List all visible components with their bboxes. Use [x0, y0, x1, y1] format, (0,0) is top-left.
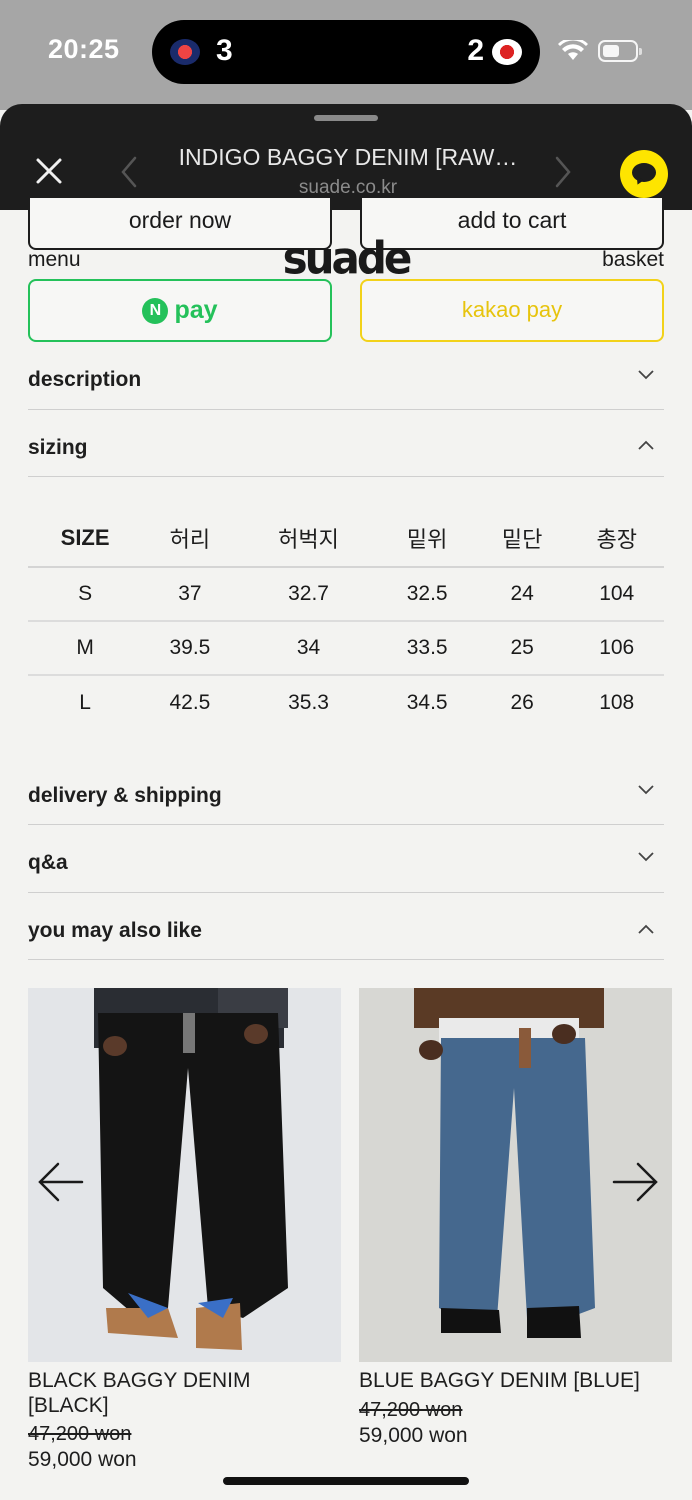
table-cell: 25	[474, 621, 570, 676]
chevron-down-icon	[638, 852, 654, 862]
table-header: 밑위	[379, 510, 475, 568]
also-like-label: you may also like	[28, 919, 202, 942]
table-cell: 35.3	[288, 690, 329, 714]
page-title: INDIGO BAGGY DENIM [RAW…	[178, 144, 518, 170]
table-cell: 39.5	[142, 621, 238, 676]
chevron-down-icon	[638, 785, 654, 795]
table-row: S 37 32.7 32.5 24 104	[28, 567, 664, 622]
product-sale-price: 59,000 won	[28, 1448, 137, 1471]
product-original-price: 47,200 won	[28, 1423, 132, 1445]
table-header: 허벅지	[237, 510, 380, 568]
also-like-accordion[interactable]: you may also like	[28, 892, 664, 960]
suade-logo[interactable]: suade	[0, 233, 692, 284]
table-header-row: SIZE 허리 허벅지 밑위 밑단 총장	[28, 510, 664, 568]
table-cell: 34	[237, 621, 380, 676]
table-cell: 24	[474, 567, 570, 622]
delivery-label: delivery & shipping	[28, 784, 222, 807]
product-name[interactable]: BLUE BAGGY DENIM [BLUE]	[359, 1368, 669, 1393]
product-name[interactable]: BLACK BAGGY DENIM [BLACK]	[28, 1368, 328, 1418]
naver-pay-icon: N	[142, 297, 169, 324]
score-right: 2	[467, 34, 484, 67]
score-left: 3	[216, 34, 233, 67]
home-indicator[interactable]	[223, 1477, 469, 1485]
sizing-label: sizing	[28, 436, 88, 459]
table-row: M 39.5 34 33.5 25 106	[28, 621, 664, 676]
size-table: SIZE 허리 허벅지 밑위 밑단 총장 S 37 32.7 32.5 24 1…	[28, 510, 664, 729]
sizing-accordion[interactable]: sizing	[28, 409, 664, 477]
naver-pay-button[interactable]: N pay	[28, 279, 332, 342]
wifi-icon	[558, 40, 588, 60]
back-chevron-icon[interactable]	[118, 154, 140, 190]
table-header: 총장	[569, 510, 664, 568]
table-cell: L	[79, 690, 91, 714]
description-accordion[interactable]: description	[28, 342, 664, 410]
delivery-accordion[interactable]: delivery & shipping	[28, 757, 664, 825]
carousel-prev-arrow-icon[interactable]	[38, 1160, 84, 1204]
qa-label: q&a	[28, 851, 68, 874]
table-cell: 106	[569, 621, 664, 676]
forward-chevron-icon[interactable]	[552, 154, 574, 190]
product-original-price: 47,200 won	[359, 1399, 463, 1421]
naver-pay-label: pay	[174, 296, 218, 324]
battery-icon	[598, 40, 642, 62]
description-label: description	[28, 368, 142, 391]
wins-logo-icon	[492, 39, 522, 65]
table-header: 허리	[142, 510, 238, 568]
table-cell: 32.7	[237, 567, 380, 622]
basket-link[interactable]: basket	[602, 248, 664, 272]
qa-accordion[interactable]: q&a	[28, 825, 664, 893]
table-cell: 37	[142, 567, 238, 622]
status-bar: 20:25 3 2	[0, 0, 692, 110]
table-header: SIZE	[28, 510, 143, 568]
chevron-up-icon	[638, 924, 654, 934]
table-cell: 108	[599, 690, 635, 714]
table-cell: M	[28, 621, 143, 676]
table-cell: 32.5	[379, 567, 475, 622]
kakao-pay-button[interactable]: kakao pay	[360, 279, 664, 342]
table-cell: 26	[510, 690, 534, 714]
product-sale-price: 59,000 won	[359, 1424, 468, 1447]
live-activity-scoreboard[interactable]: 3 2	[152, 20, 540, 84]
giants-logo-icon	[170, 39, 200, 65]
in-app-browser-header: INDIGO BAGGY DENIM [RAW… suade.co.kr	[0, 104, 692, 210]
sheet-grabber[interactable]	[314, 115, 378, 121]
table-cell: S	[28, 567, 143, 622]
status-time: 20:25	[48, 34, 120, 64]
table-header: 밑단	[474, 510, 570, 568]
close-icon[interactable]	[32, 154, 66, 188]
kakao-talk-share-icon[interactable]	[620, 150, 668, 198]
chevron-down-icon	[638, 370, 654, 380]
table-cell: 33.5	[379, 621, 475, 676]
table-cell: 42.5	[169, 690, 211, 714]
page-domain: suade.co.kr	[298, 177, 398, 198]
table-cell: 34.5	[406, 690, 448, 714]
carousel-next-arrow-icon[interactable]	[612, 1160, 658, 1204]
table-cell: 104	[569, 567, 664, 622]
table-row: L 42.5 35.3 34.5 26 108	[28, 675, 664, 729]
chevron-up-icon	[638, 440, 654, 450]
